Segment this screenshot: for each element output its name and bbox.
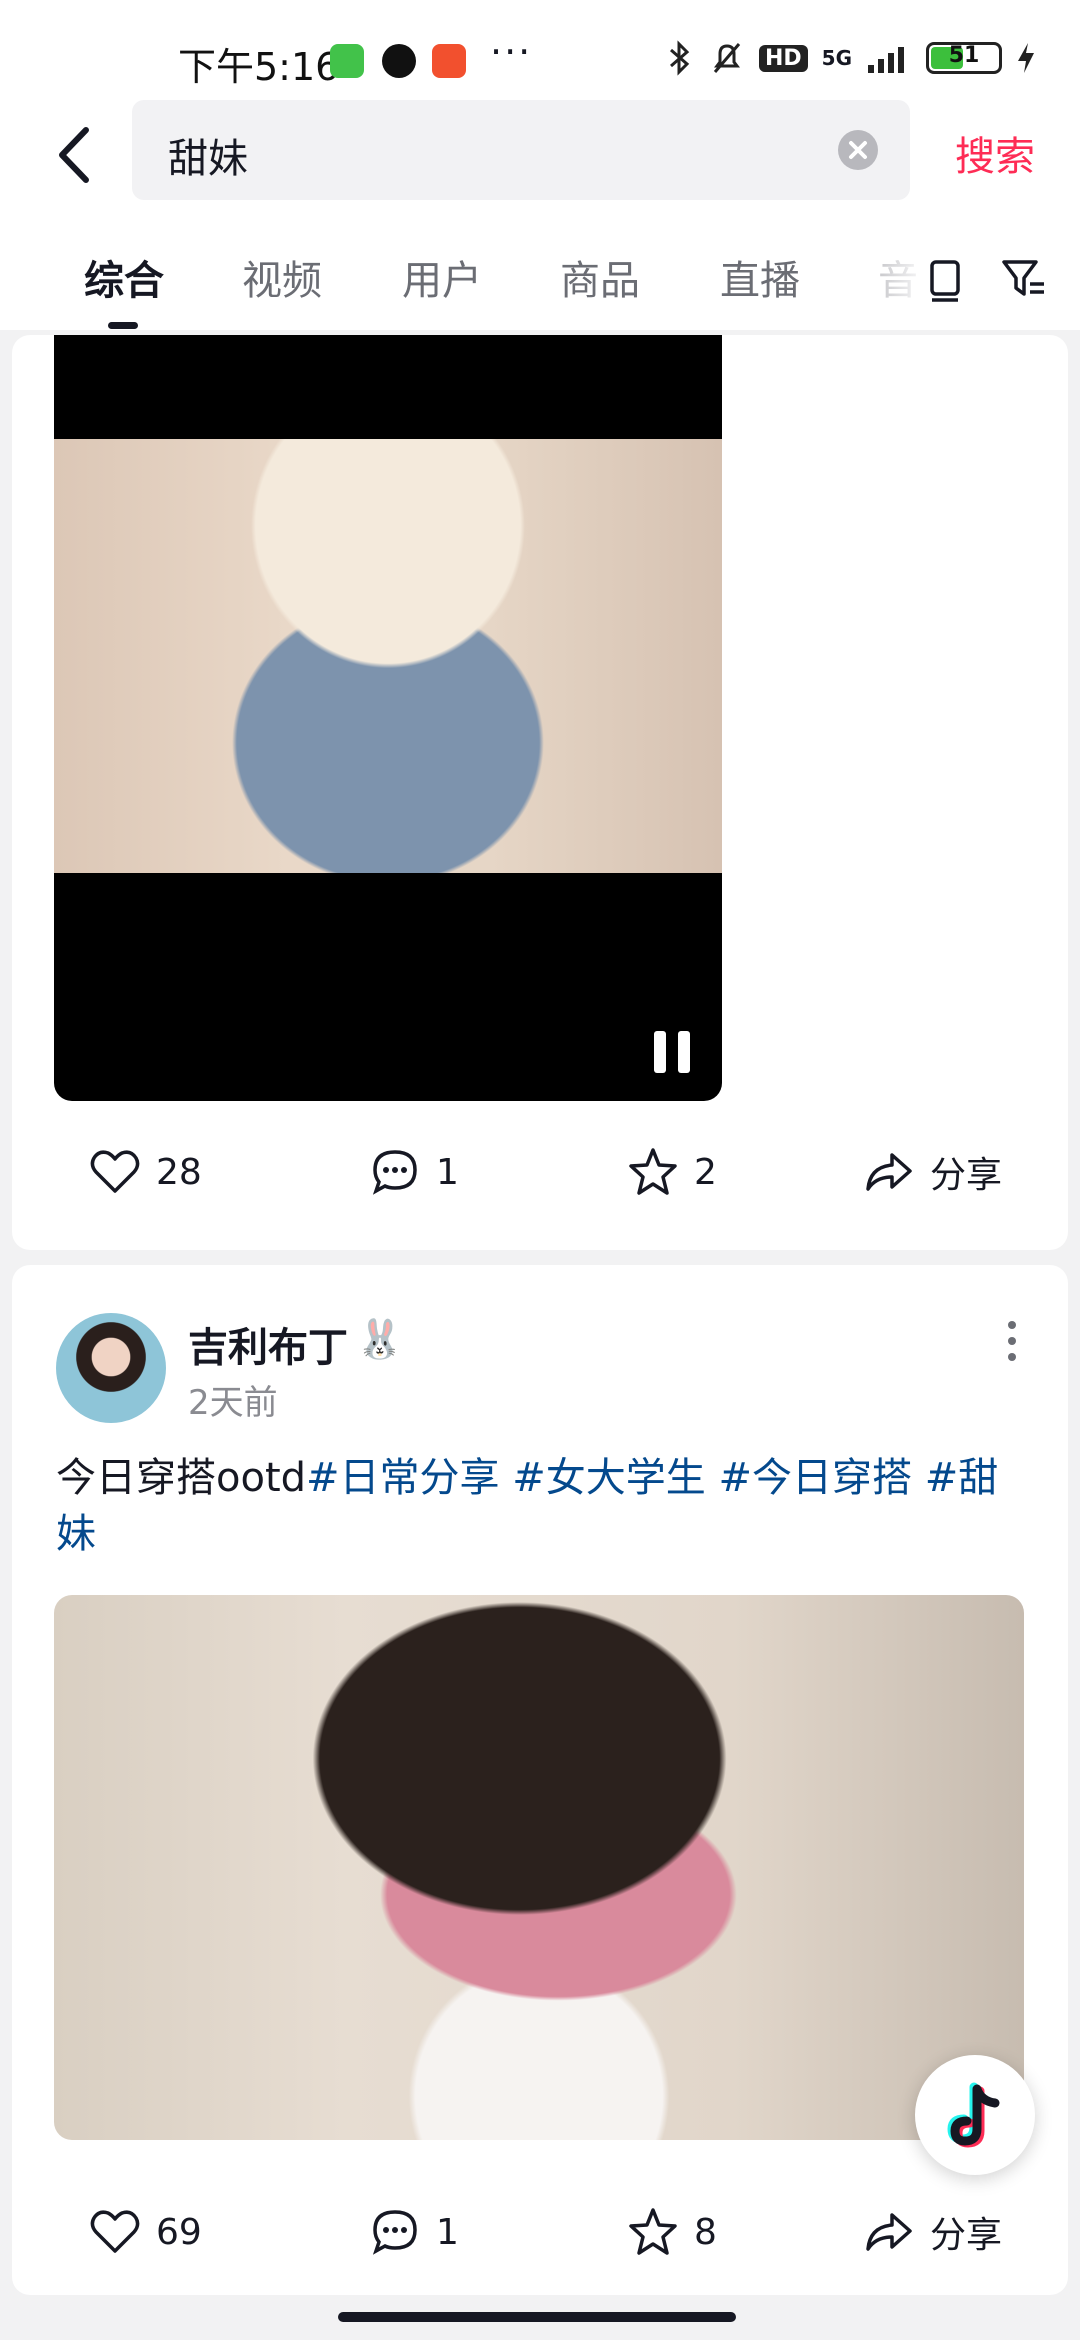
comment-count: 1 bbox=[436, 1151, 459, 1193]
clear-search-icon[interactable] bbox=[838, 130, 878, 170]
status-icons: HD 5G 51 bbox=[665, 40, 1036, 76]
favorite-button[interactable]: 2 bbox=[626, 1145, 717, 1199]
author-emoji: 🐰 bbox=[356, 1317, 404, 1361]
tab-products[interactable]: 商品 bbox=[560, 248, 640, 306]
status-time: 下午5:16 bbox=[178, 45, 340, 89]
tiktok-logo-icon bbox=[947, 2082, 1000, 2148]
like-count: 69 bbox=[156, 2211, 202, 2253]
like-count: 28 bbox=[156, 1151, 202, 1193]
search-query[interactable]: 甜妹 bbox=[168, 126, 248, 184]
battery-level: 51 bbox=[948, 43, 980, 68]
author-name[interactable]: 吉利布丁 bbox=[188, 1315, 348, 1373]
author-avatar[interactable] bbox=[56, 1313, 166, 1423]
status-bar: 下午5:16 ··· HD 5G 51 bbox=[0, 0, 1080, 100]
tiktok-float-button[interactable] bbox=[915, 2055, 1035, 2175]
wechat-notification-icon bbox=[330, 44, 364, 78]
layout-toggle-icon[interactable] bbox=[920, 252, 970, 302]
58-app-notification-icon bbox=[432, 44, 466, 78]
comment-icon bbox=[372, 2210, 417, 2255]
comment-button[interactable]: 1 bbox=[368, 1145, 459, 1199]
tab-comprehensive[interactable]: 综合 bbox=[84, 248, 164, 306]
tab-users[interactable]: 用户 bbox=[402, 248, 482, 306]
star-icon bbox=[629, 1148, 677, 1195]
like-button[interactable]: 69 bbox=[88, 2205, 202, 2259]
qq-notification-icon bbox=[382, 44, 416, 78]
post-image[interactable] bbox=[54, 1595, 1024, 2140]
share-button[interactable]: 分享 bbox=[862, 2205, 1002, 2259]
hashtag-daily-share[interactable]: #日常分享 bbox=[306, 1455, 500, 1501]
heart-icon bbox=[90, 1150, 140, 1193]
home-indicator[interactable] bbox=[338, 2312, 736, 2322]
post-card: 吉利布丁 🐰 2天前 今日穿搭ootd#日常分享 #女大学生 #今日穿搭 #甜妹… bbox=[12, 1265, 1068, 2295]
post-description: 今日穿搭ootd#日常分享 #女大学生 #今日穿搭 #甜妹 bbox=[56, 1450, 1016, 1562]
more-options-icon[interactable] bbox=[1008, 1321, 1020, 1361]
post-card-video: 28 1 2 分享 bbox=[12, 335, 1068, 1250]
search-header: 甜妹 搜索 综合 视频 用户 商品 直播 音 bbox=[0, 100, 1080, 330]
result-tabs: 综合 视频 用户 商品 直播 音 bbox=[0, 240, 1080, 330]
signal-icon bbox=[868, 47, 904, 73]
share-icon bbox=[866, 1153, 912, 1191]
post-text: 今日穿搭ootd bbox=[56, 1455, 307, 1501]
share-icon bbox=[866, 2213, 912, 2251]
video-player[interactable] bbox=[54, 335, 722, 1101]
share-label: 分享 bbox=[930, 2215, 1003, 2256]
favorite-count: 8 bbox=[694, 2211, 717, 2253]
like-button[interactable]: 28 bbox=[88, 1145, 202, 1199]
tab-video[interactable]: 视频 bbox=[242, 248, 322, 306]
heart-icon bbox=[90, 2210, 140, 2253]
tab-live[interactable]: 直播 bbox=[720, 248, 800, 306]
pause-icon[interactable] bbox=[654, 1031, 692, 1073]
share-label: 分享 bbox=[930, 1155, 1003, 1196]
hashtag-college-girl[interactable]: #女大学生 bbox=[512, 1455, 706, 1501]
charging-icon bbox=[1018, 43, 1034, 73]
favorite-button[interactable]: 8 bbox=[626, 2205, 717, 2259]
share-button[interactable]: 分享 bbox=[862, 1145, 1002, 1199]
battery-icon: 51 bbox=[926, 42, 1002, 74]
comment-count: 1 bbox=[436, 2211, 459, 2253]
post-actions: 69 1 8 分享 bbox=[12, 2205, 1068, 2285]
search-input[interactable]: 甜妹 bbox=[132, 100, 910, 200]
network-type: 5G bbox=[821, 46, 852, 70]
comment-button[interactable]: 1 bbox=[368, 2205, 459, 2259]
star-icon bbox=[629, 2208, 677, 2255]
bluetooth-icon bbox=[669, 40, 690, 76]
mute-bell-icon bbox=[713, 43, 741, 73]
post-time: 2天前 bbox=[188, 1383, 278, 1423]
hd-badge: HD bbox=[758, 44, 808, 72]
active-tab-indicator bbox=[108, 322, 138, 329]
favorite-count: 2 bbox=[694, 1151, 717, 1193]
comment-icon bbox=[372, 1150, 417, 1195]
post-actions: 28 1 2 分享 bbox=[12, 1145, 1068, 1225]
filter-icon[interactable] bbox=[998, 252, 1048, 302]
search-button[interactable]: 搜索 bbox=[955, 124, 1035, 182]
more-notifications-icon: ··· bbox=[490, 30, 533, 74]
hashtag-todays-outfit[interactable]: #今日穿搭 bbox=[719, 1455, 913, 1501]
video-frame-image bbox=[54, 439, 722, 873]
back-arrow-icon[interactable] bbox=[50, 120, 100, 190]
